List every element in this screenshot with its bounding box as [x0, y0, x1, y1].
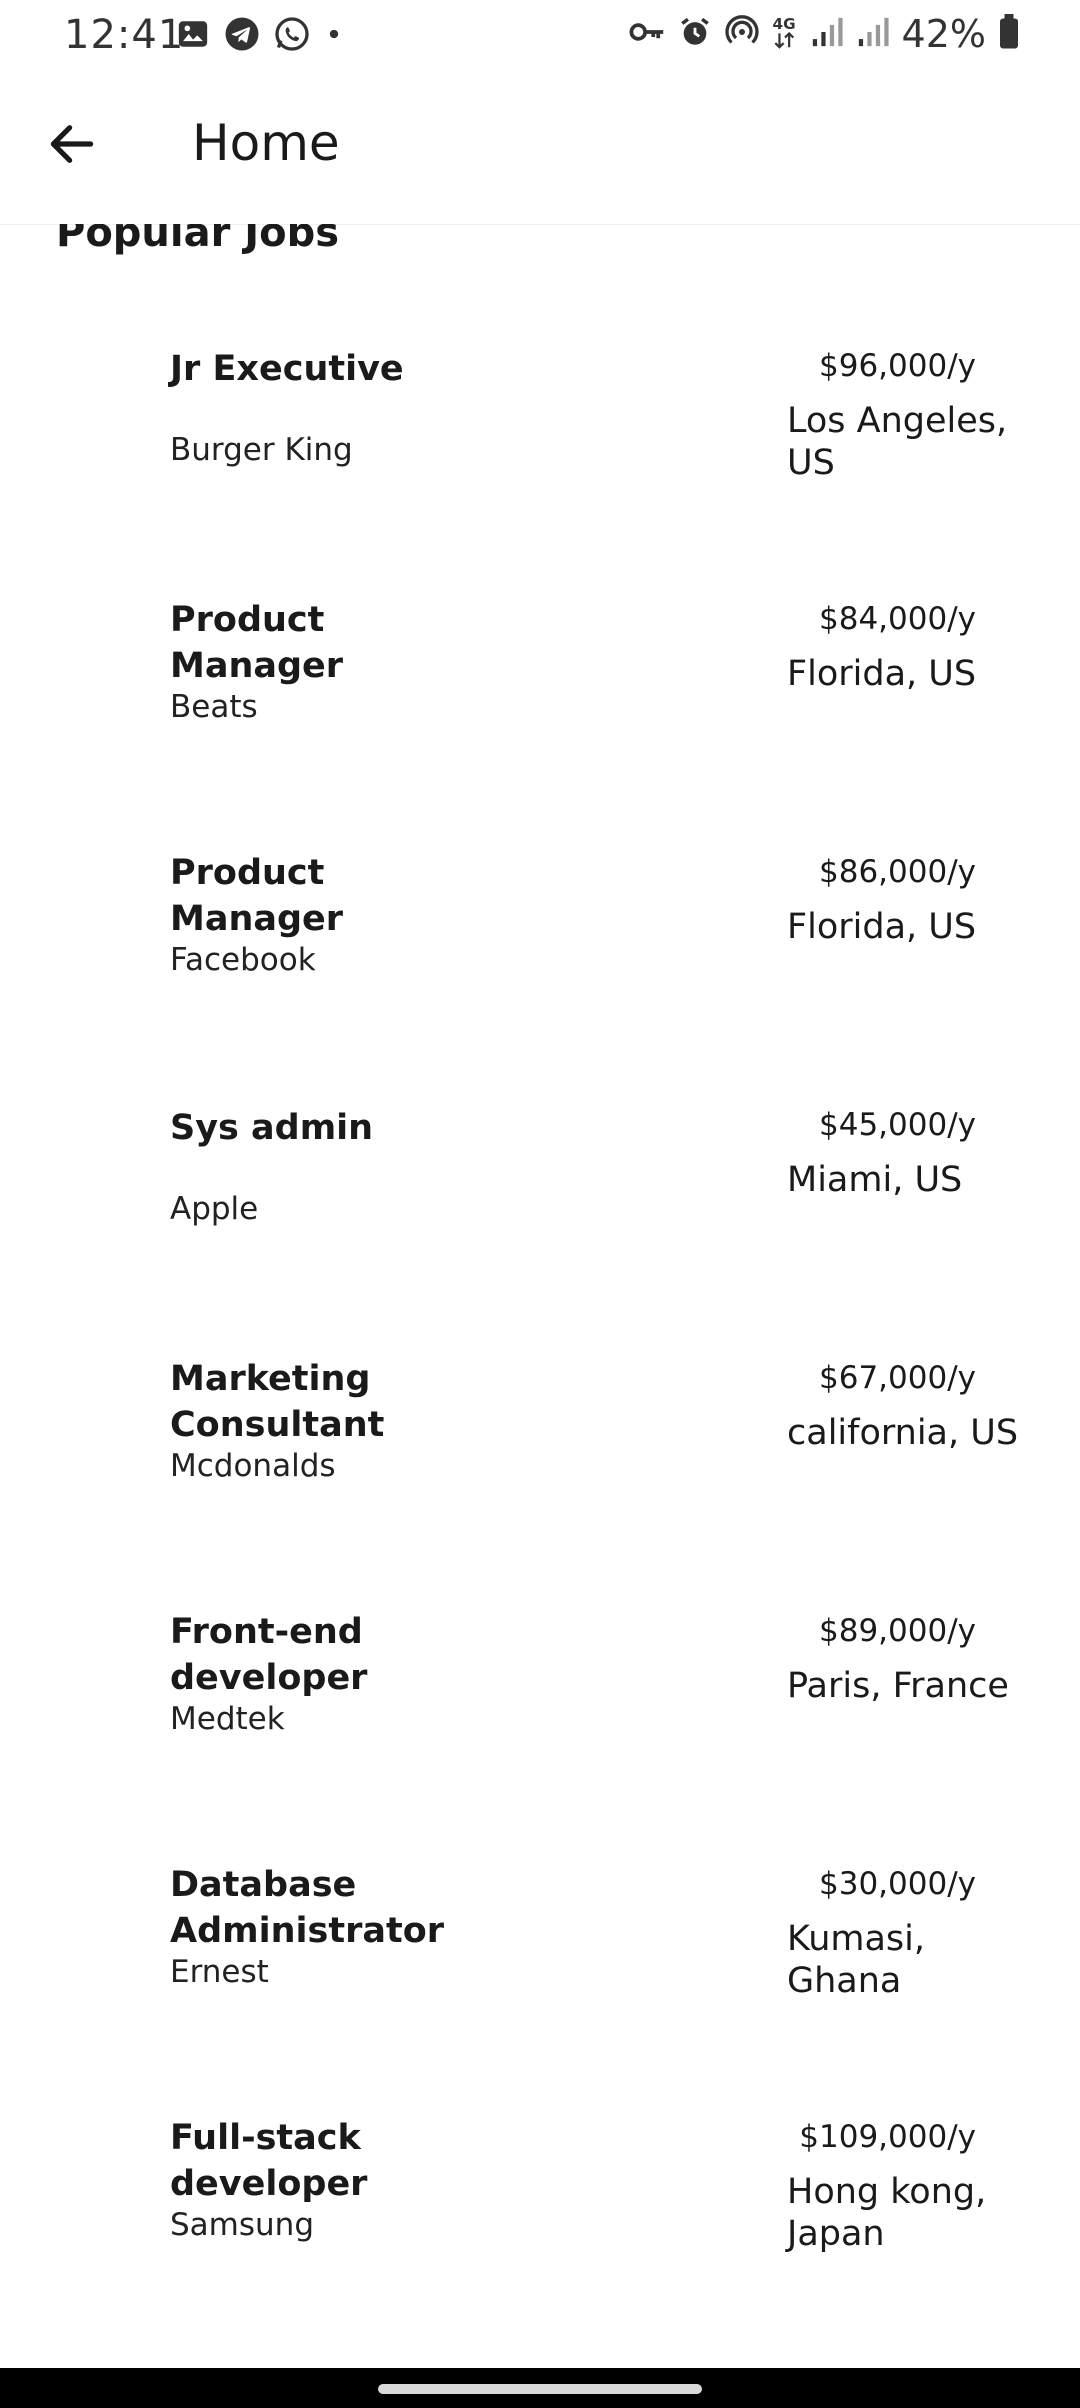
status-time: 12:41: [64, 12, 185, 58]
job-company: Samsung: [170, 2207, 314, 2243]
popular-jobs-list: Popular Jobs Jr Executive Burger King $96,…: [0, 224, 1080, 2368]
job-title: Database Administrator: [170, 1865, 445, 1951]
4g-icon: 4G: [772, 14, 798, 54]
job-title: Jr Executive: [170, 349, 404, 389]
job-company: Apple: [170, 1191, 259, 1227]
job-salary: $30,000/y: [819, 1866, 976, 1902]
arrow-back-icon: [50, 125, 94, 163]
job-title: Product Manager: [170, 600, 344, 686]
job-title: Marketing Consultant: [170, 1359, 385, 1445]
job-company: Burger King: [170, 432, 353, 468]
job-card[interactable]: Marketing Consultant Mcdonalds $67,000/y ca…: [0, 1359, 1080, 1613]
job-salary: $96,000/y: [819, 348, 976, 384]
job-location: california, US: [787, 1413, 1019, 1453]
job-location: Kumasi, Ghana: [787, 1919, 926, 2001]
svg-text:4G: 4G: [772, 15, 795, 33]
app-bar: Home: [0, 72, 1080, 225]
job-title: Product Manager: [170, 853, 344, 939]
job-card[interactable]: Database Administrator Ernest $30,000/y Kum…: [0, 1865, 1080, 2119]
gallery-icon: [176, 17, 210, 55]
signal-icon: [810, 15, 844, 53]
status-bar: 12:41 4G 42%: [0, 0, 1080, 72]
job-company: Mcdonalds: [170, 1448, 336, 1484]
job-title: Full-stack developer: [170, 2118, 368, 2204]
job-salary: $109,000/y: [799, 2119, 976, 2155]
job-company: Medtek: [170, 1701, 285, 1737]
job-location: Los Angeles, US: [787, 401, 1008, 483]
page-title: Home: [192, 114, 340, 172]
system-status-icons: 4G 42%: [628, 12, 1020, 56]
job-card[interactable]: Jr Executive Burger King $96,000/y Los Ange…: [0, 348, 1080, 601]
job-location: Hong kong, Japan: [787, 2172, 987, 2254]
job-salary: $86,000/y: [819, 854, 976, 890]
dot-icon: [324, 24, 344, 48]
job-salary: $89,000/y: [819, 1613, 976, 1649]
job-location: Paris, France: [787, 1666, 1009, 1706]
job-salary: $67,000/y: [819, 1360, 976, 1396]
job-company: Beats: [170, 689, 258, 725]
job-card[interactable]: Sys admin Apple $45,000/y Miami, US: [0, 1107, 1080, 1360]
job-company: Facebook: [170, 942, 316, 978]
signal-icon: [856, 15, 890, 53]
battery-icon: [998, 14, 1020, 54]
key-icon: [628, 17, 666, 51]
job-card[interactable]: Product Manager Facebook $86,000/y Florida,…: [0, 853, 1080, 1107]
whatsapp-icon: [274, 16, 310, 56]
section-title: Popular Jobs: [56, 224, 340, 256]
job-location: Florida, US: [787, 654, 977, 694]
telegram-icon: [224, 16, 260, 56]
job-salary: $84,000/y: [819, 601, 976, 637]
notification-icons: [176, 16, 344, 56]
back-button[interactable]: [36, 108, 108, 180]
job-salary: $45,000/y: [819, 1107, 976, 1143]
job-title: Front-end developer: [170, 1612, 368, 1698]
job-location: Miami, US: [787, 1160, 963, 1200]
battery-percent: 42%: [901, 12, 986, 56]
job-location: Florida, US: [787, 907, 977, 947]
job-card[interactable]: Full-stack developer Samsung $109,000/y Hon…: [0, 2118, 1080, 2368]
hotspot-icon: [724, 14, 760, 54]
job-card[interactable]: Front-end developer Medtek $89,000/y Paris,…: [0, 1612, 1080, 1866]
gesture-nav-bar: [0, 2368, 1080, 2408]
job-title: Sys admin: [170, 1108, 374, 1148]
home-handle[interactable]: [378, 2384, 702, 2394]
job-card[interactable]: Product Manager Beats $84,000/y Florida, US: [0, 600, 1080, 854]
alarm-icon: [678, 15, 712, 53]
job-company: Ernest: [170, 1954, 269, 1990]
